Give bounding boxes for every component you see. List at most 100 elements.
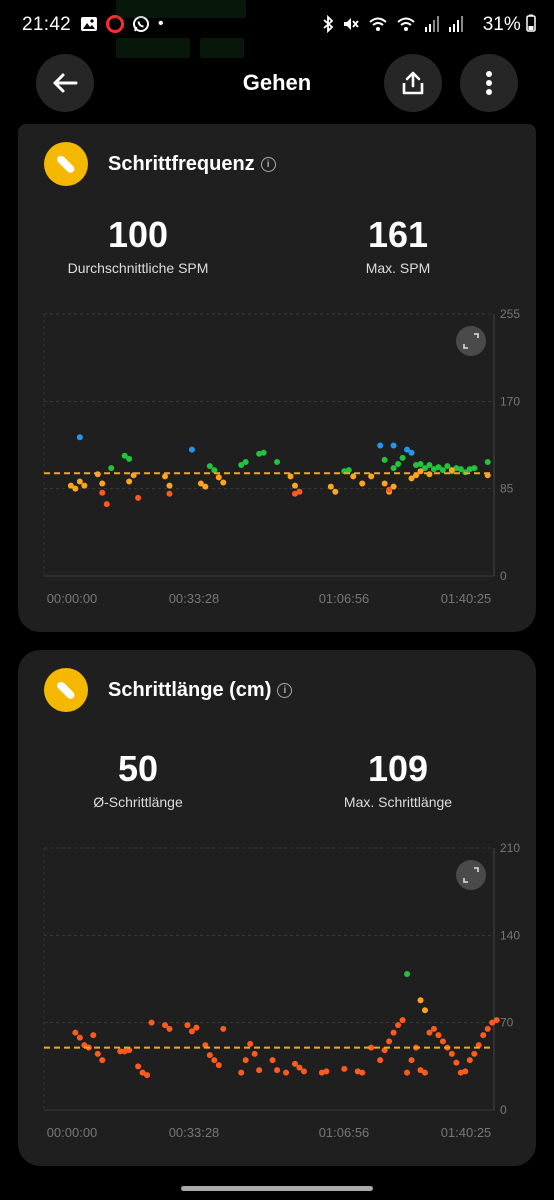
- stride-point-orange: [390, 1029, 397, 1036]
- stride-point-orange: [283, 1069, 290, 1076]
- x-tick-label: 00:00:00: [47, 591, 98, 606]
- stride-point-orange: [193, 1024, 200, 1031]
- x-tick-label: 00:33:28: [169, 591, 220, 606]
- shoe-badge: [44, 668, 88, 712]
- max-cadence-label: Max. SPM: [365, 260, 431, 276]
- cadence-point-orange: [135, 494, 142, 501]
- stride-point-orange: [453, 1059, 460, 1066]
- stride-point-orange: [242, 1057, 249, 1064]
- stride-point-orange: [466, 1057, 473, 1064]
- info-icon[interactable]: i: [260, 156, 276, 172]
- y-tick-label: 140: [500, 928, 520, 942]
- stride-card: Schrittlänge (cm) i 50 Ø-Schrittlänge 10…: [18, 650, 536, 1166]
- cadence-point-orange: [386, 486, 393, 493]
- cadence-point-amber: [202, 483, 209, 490]
- top-app-bar: Gehen: [0, 52, 554, 114]
- cadence-point-green: [260, 449, 267, 456]
- expand-chart-button[interactable]: [456, 326, 486, 356]
- stride-point-orange: [323, 1068, 330, 1075]
- avg-stride-value: 50: [117, 748, 159, 789]
- x-tick-label: 01:40:25: [441, 591, 492, 606]
- stride-point-green: [404, 971, 411, 978]
- stride-point-orange: [251, 1050, 258, 1057]
- share-button[interactable]: [384, 54, 442, 112]
- shoe-icon: [57, 682, 75, 699]
- y-tick-label: 85: [500, 482, 514, 496]
- cadence-point-orange: [296, 488, 303, 495]
- more-vertical-icon: [486, 71, 492, 95]
- expand-chart-button[interactable]: [456, 860, 486, 890]
- stride-point-orange: [206, 1052, 213, 1059]
- cadence-point-blue: [377, 442, 384, 449]
- cadence-point-green: [426, 462, 433, 469]
- cadence-point-green: [417, 461, 424, 468]
- stride-point-orange: [220, 1025, 227, 1032]
- cadence-point-amber: [94, 471, 101, 478]
- max-cadence-value: 161: [367, 214, 429, 255]
- cadence-point-amber: [166, 482, 173, 489]
- stride-point-orange: [408, 1057, 415, 1064]
- stride-point-orange: [211, 1057, 218, 1064]
- y-tick-label: 0: [500, 1103, 507, 1117]
- stride-point-orange: [386, 1038, 393, 1045]
- stride-point-orange: [247, 1040, 254, 1047]
- shoe-badge: [44, 142, 88, 186]
- cadence-point-amber: [76, 478, 83, 485]
- stride-point-orange: [76, 1034, 83, 1041]
- cadence-point-amber: [220, 479, 227, 486]
- stride-point-orange: [274, 1067, 281, 1074]
- stride-point-orange: [359, 1069, 366, 1076]
- stride-point-orange: [90, 1032, 97, 1039]
- stride-point-orange: [430, 1025, 437, 1032]
- stride-chart: 0 70 140 210 00:00:00 00:33:28 01:06:56 01:40:2…: [43, 841, 520, 1140]
- x-tick-label: 01:06:56: [319, 591, 370, 606]
- stride-point-orange: [256, 1067, 263, 1074]
- cadence-point-amber: [332, 488, 339, 495]
- stride-point-orange: [439, 1038, 446, 1045]
- stride-point-orange: [135, 1063, 142, 1070]
- cadence-card: Schrittfrequenz i 100 Durchschnittliche …: [18, 124, 536, 632]
- battery-level: 31%: [483, 14, 536, 36]
- cadence-point-orange: [99, 489, 106, 496]
- stride-point-orange: [166, 1025, 173, 1032]
- cadence-point-green: [390, 465, 397, 472]
- y-tick-label: 170: [500, 394, 520, 408]
- home-indicator[interactable]: [181, 1186, 373, 1191]
- stride-point-amber: [421, 1007, 428, 1014]
- gallery-icon: [81, 17, 97, 31]
- background-block: [116, 0, 246, 18]
- x-tick-label: 00:33:28: [169, 1125, 220, 1140]
- stride-point-orange: [72, 1029, 79, 1036]
- stride-point-orange: [435, 1032, 442, 1039]
- y-tick-label: 0: [500, 569, 507, 583]
- stride-point-orange: [404, 1069, 411, 1076]
- share-icon: [402, 71, 424, 95]
- cadence-title: Schrittfrequenz: [108, 152, 255, 175]
- max-stride-stat: 109 Max. Schrittlänge: [288, 748, 508, 810]
- cadence-point-green: [274, 458, 281, 465]
- y-tick-label: 255: [500, 307, 520, 321]
- stride-point-orange: [144, 1072, 151, 1079]
- battery-icon: [526, 14, 536, 32]
- cadence-point-green: [108, 465, 115, 472]
- stride-title: Schrittlänge (cm): [108, 678, 272, 701]
- cadence-point-green: [444, 463, 451, 470]
- stride-point-orange: [341, 1065, 348, 1072]
- stride-point-orange: [421, 1069, 428, 1076]
- stride-point-orange: [94, 1050, 101, 1057]
- avg-cadence-label: Durchschnittliche SPM: [67, 260, 209, 276]
- avg-cadence-stat: 100 Durchschnittliche SPM: [28, 214, 248, 276]
- stride-point-orange: [238, 1069, 245, 1076]
- cadence-chart: 0 85 170 255 00:00:00 00:33:28 01:06:56 01:40:2…: [43, 307, 520, 606]
- cadence-point-amber: [81, 482, 88, 489]
- x-tick-label: 00:00:00: [47, 1125, 98, 1140]
- stride-card-header: Schrittlänge (cm) i: [44, 668, 293, 712]
- cadence-point-blue: [188, 446, 195, 453]
- max-cadence-stat: 161 Max. SPM: [288, 214, 508, 276]
- avg-cadence-value: 100: [107, 214, 169, 255]
- stride-point-orange: [300, 1068, 307, 1075]
- cadence-point-green: [395, 461, 402, 468]
- stride-point-orange: [99, 1057, 106, 1064]
- info-icon[interactable]: i: [277, 682, 293, 698]
- more-options-button[interactable]: [460, 54, 518, 112]
